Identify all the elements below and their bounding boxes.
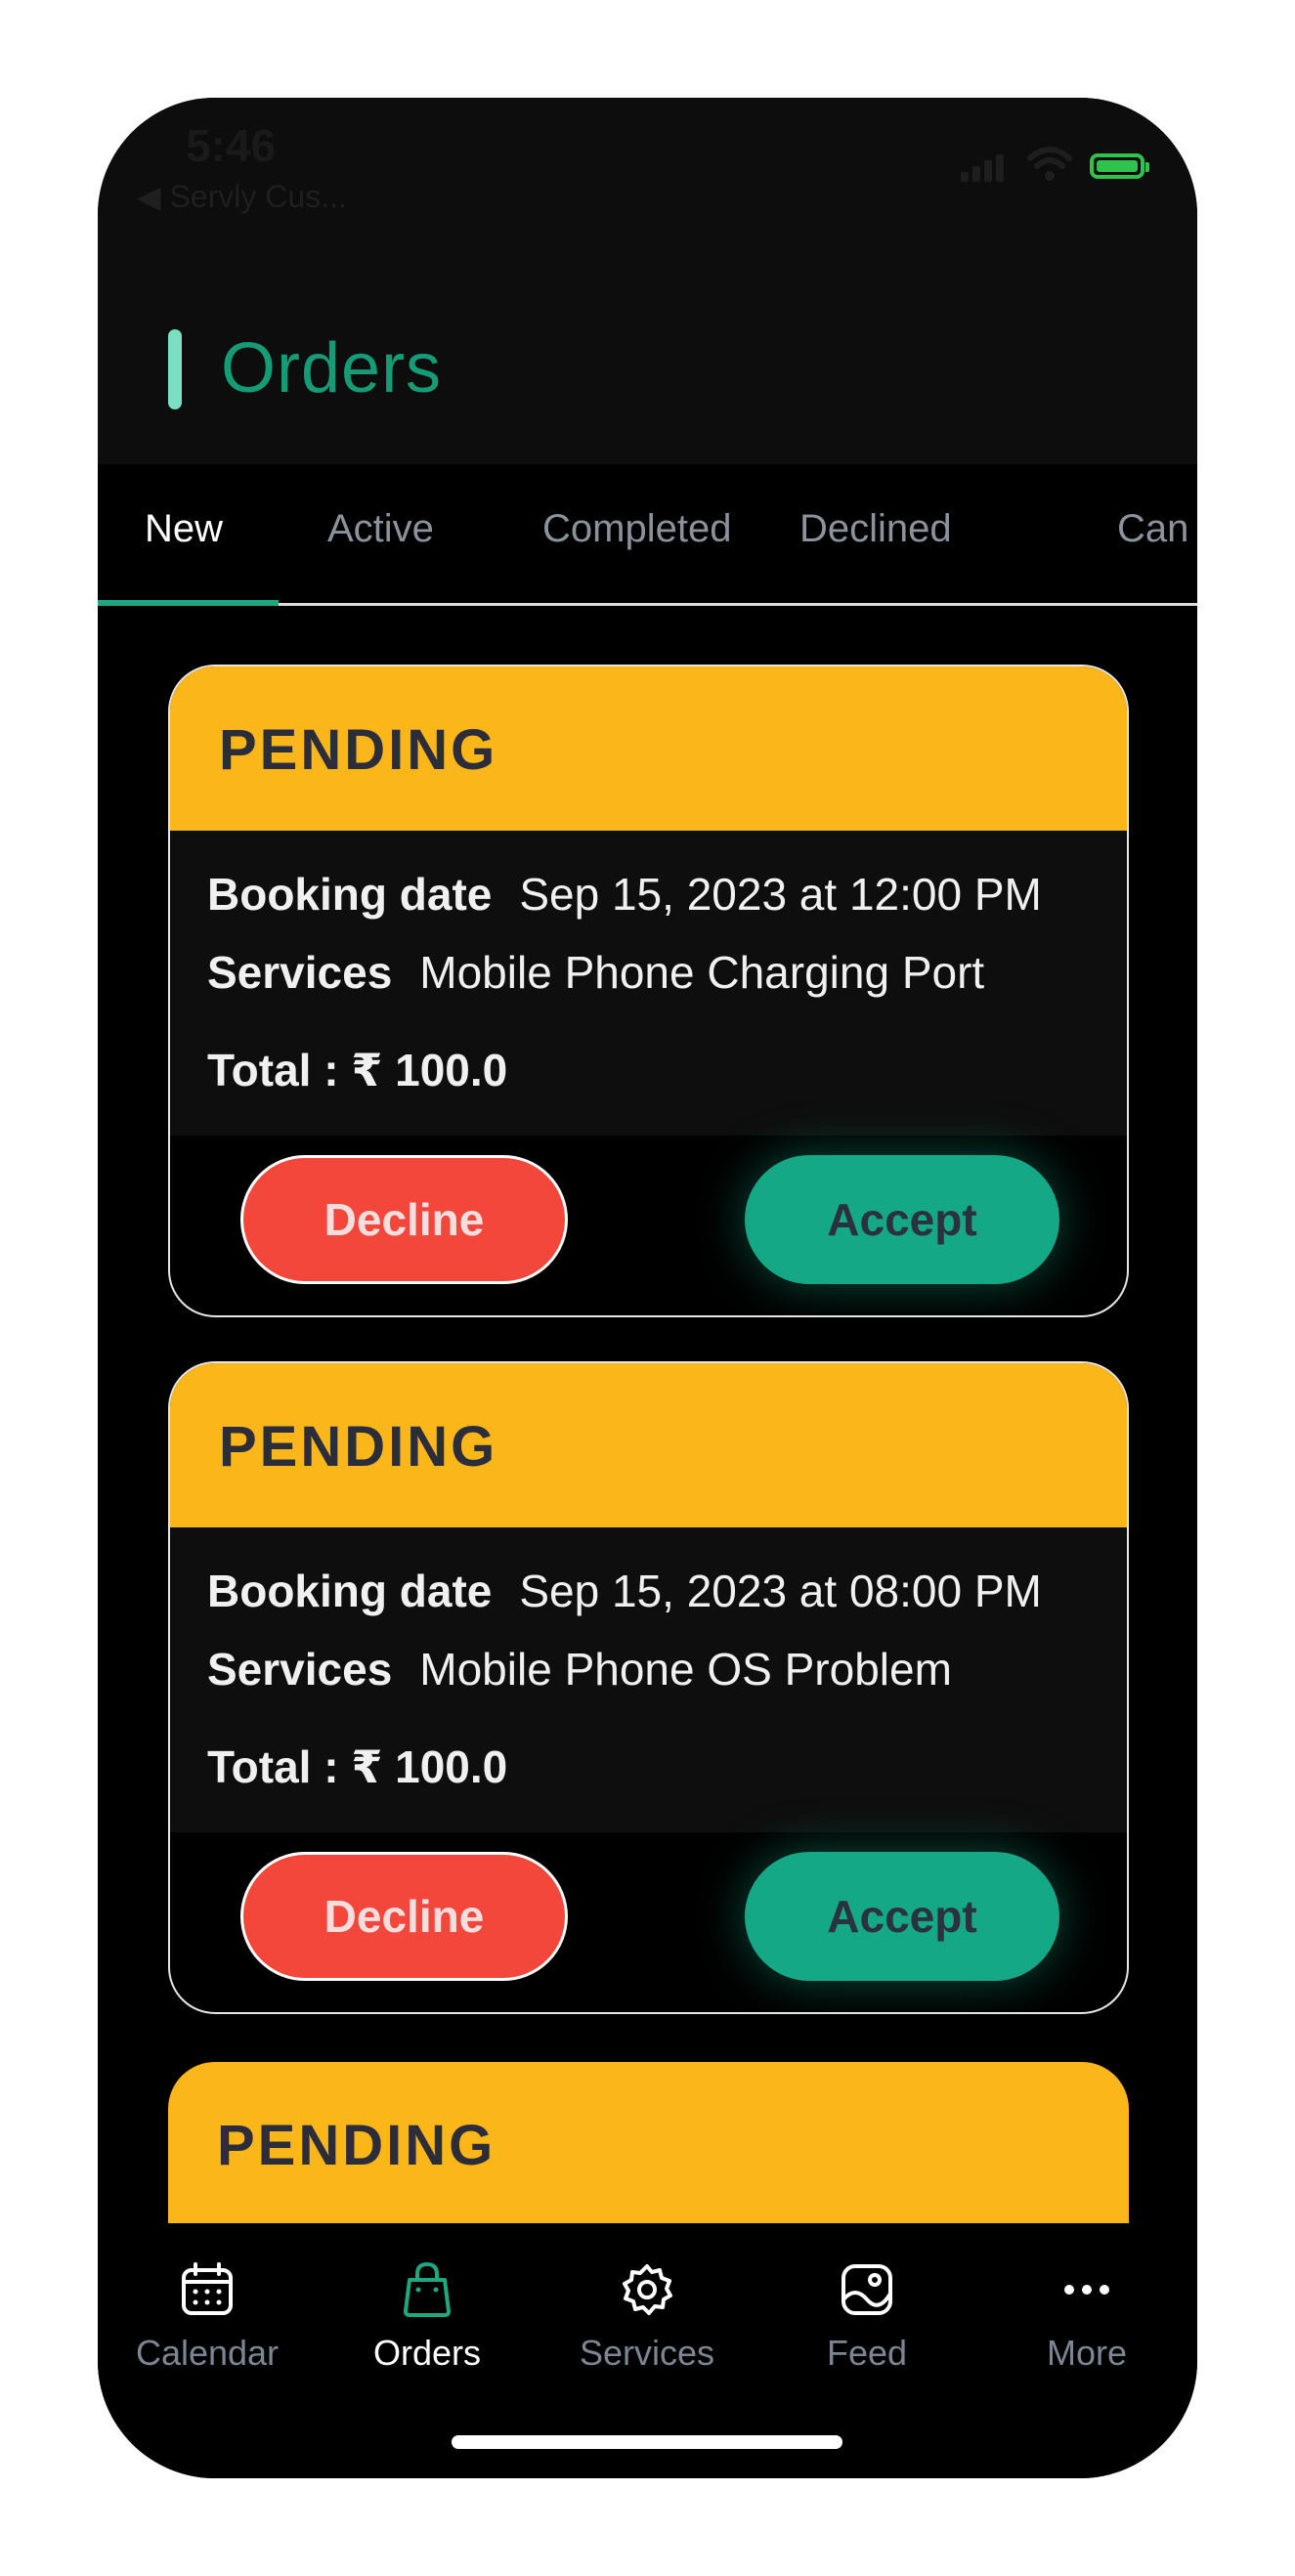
order-card[interactable]: PENDING Booking date Sep 15, 2023 at 08:0… (168, 1361, 1129, 2014)
nav-calendar[interactable]: Calendar (100, 2260, 315, 2374)
booking-date-row: Booking date Sep 15, 2023 at 12:00 PM (207, 868, 1042, 921)
nav-label: More (1046, 2333, 1128, 2373)
order-status-header: PENDING (170, 666, 1127, 831)
tab-active[interactable]: Active (327, 507, 434, 551)
nav-orders[interactable]: Orders (320, 2260, 535, 2374)
booking-date-row: Booking date Sep 15, 2023 at 08:00 PM (207, 1565, 1042, 1617)
decline-button[interactable]: Decline (240, 1155, 568, 1284)
signal-icon (961, 154, 1010, 182)
status-time: 5:46 (186, 120, 277, 171)
header-area: 5:46 ◀ Servly Cus... Orders (98, 98, 1197, 464)
tab-completed[interactable]: Completed (542, 507, 731, 551)
phone-screen: 5:46 ◀ Servly Cus... Orders New Active C… (98, 98, 1197, 2478)
tab-declined[interactable]: Declined (799, 507, 952, 551)
nav-feed[interactable]: Feed (759, 2260, 974, 2374)
back-to-app-link[interactable]: ◀ Servly Cus... (137, 178, 347, 215)
status-badge: PENDING (217, 2114, 496, 2177)
booking-date-label: Booking date (207, 869, 493, 920)
order-details: Booking date Sep 15, 2023 at 08:00 PM Ser… (170, 1527, 1127, 1832)
more-dots-icon (1064, 2285, 1109, 2295)
battery-icon (1090, 153, 1149, 179)
booking-date-value: Sep 15, 2023 at 08:00 PM (519, 1566, 1042, 1616)
nav-more[interactable]: More (979, 2260, 1194, 2374)
services-row: Services Mobile Phone OS Problem (207, 1643, 952, 1696)
services-label: Services (207, 1644, 393, 1695)
booking-date-label: Booking date (207, 1566, 493, 1616)
tab-cancelled[interactable]: Can (1117, 507, 1188, 551)
services-label: Services (207, 947, 393, 998)
services-value: Mobile Phone Charging Port (419, 947, 985, 998)
booking-date-value: Sep 15, 2023 at 12:00 PM (519, 869, 1042, 920)
calendar-icon (182, 2262, 233, 2315)
order-tabs: New Active Completed Declined Can (98, 466, 1197, 606)
order-total: Total : ₹ 100.0 (207, 1741, 508, 1792)
accept-button[interactable]: Accept (745, 1155, 1059, 1284)
title-accent-bar (168, 329, 182, 409)
nav-label: Orders (372, 2333, 482, 2373)
services-value: Mobile Phone OS Problem (419, 1644, 952, 1695)
nav-label: Services (579, 2333, 715, 2373)
shopping-bag-icon (404, 2261, 451, 2317)
status-badge: PENDING (219, 1415, 498, 1479)
gear-icon (623, 2264, 672, 2315)
order-total: Total : ₹ 100.0 (207, 1045, 508, 1095)
order-details: Booking date Sep 15, 2023 at 12:00 PM Ser… (170, 831, 1127, 1136)
image-icon (842, 2264, 892, 2315)
wifi-icon (1027, 147, 1072, 181)
nav-label: Calendar (135, 2333, 280, 2373)
status-badge: PENDING (219, 718, 498, 782)
home-indicator[interactable] (452, 2435, 842, 2449)
services-row: Services Mobile Phone Charging Port (207, 946, 984, 999)
order-status-header: PENDING (170, 1363, 1127, 1527)
order-card[interactable]: PENDING Booking date Sep 15, 2023 at 12:0… (168, 665, 1129, 1317)
active-tab-indicator (98, 600, 279, 606)
page-title: Orders (221, 329, 443, 408)
decline-button[interactable]: Decline (240, 1852, 568, 1981)
tab-new[interactable]: New (145, 507, 223, 551)
nav-services[interactable]: Services (540, 2260, 755, 2374)
accept-button[interactable]: Accept (745, 1852, 1059, 1981)
nav-label: Feed (826, 2333, 908, 2373)
